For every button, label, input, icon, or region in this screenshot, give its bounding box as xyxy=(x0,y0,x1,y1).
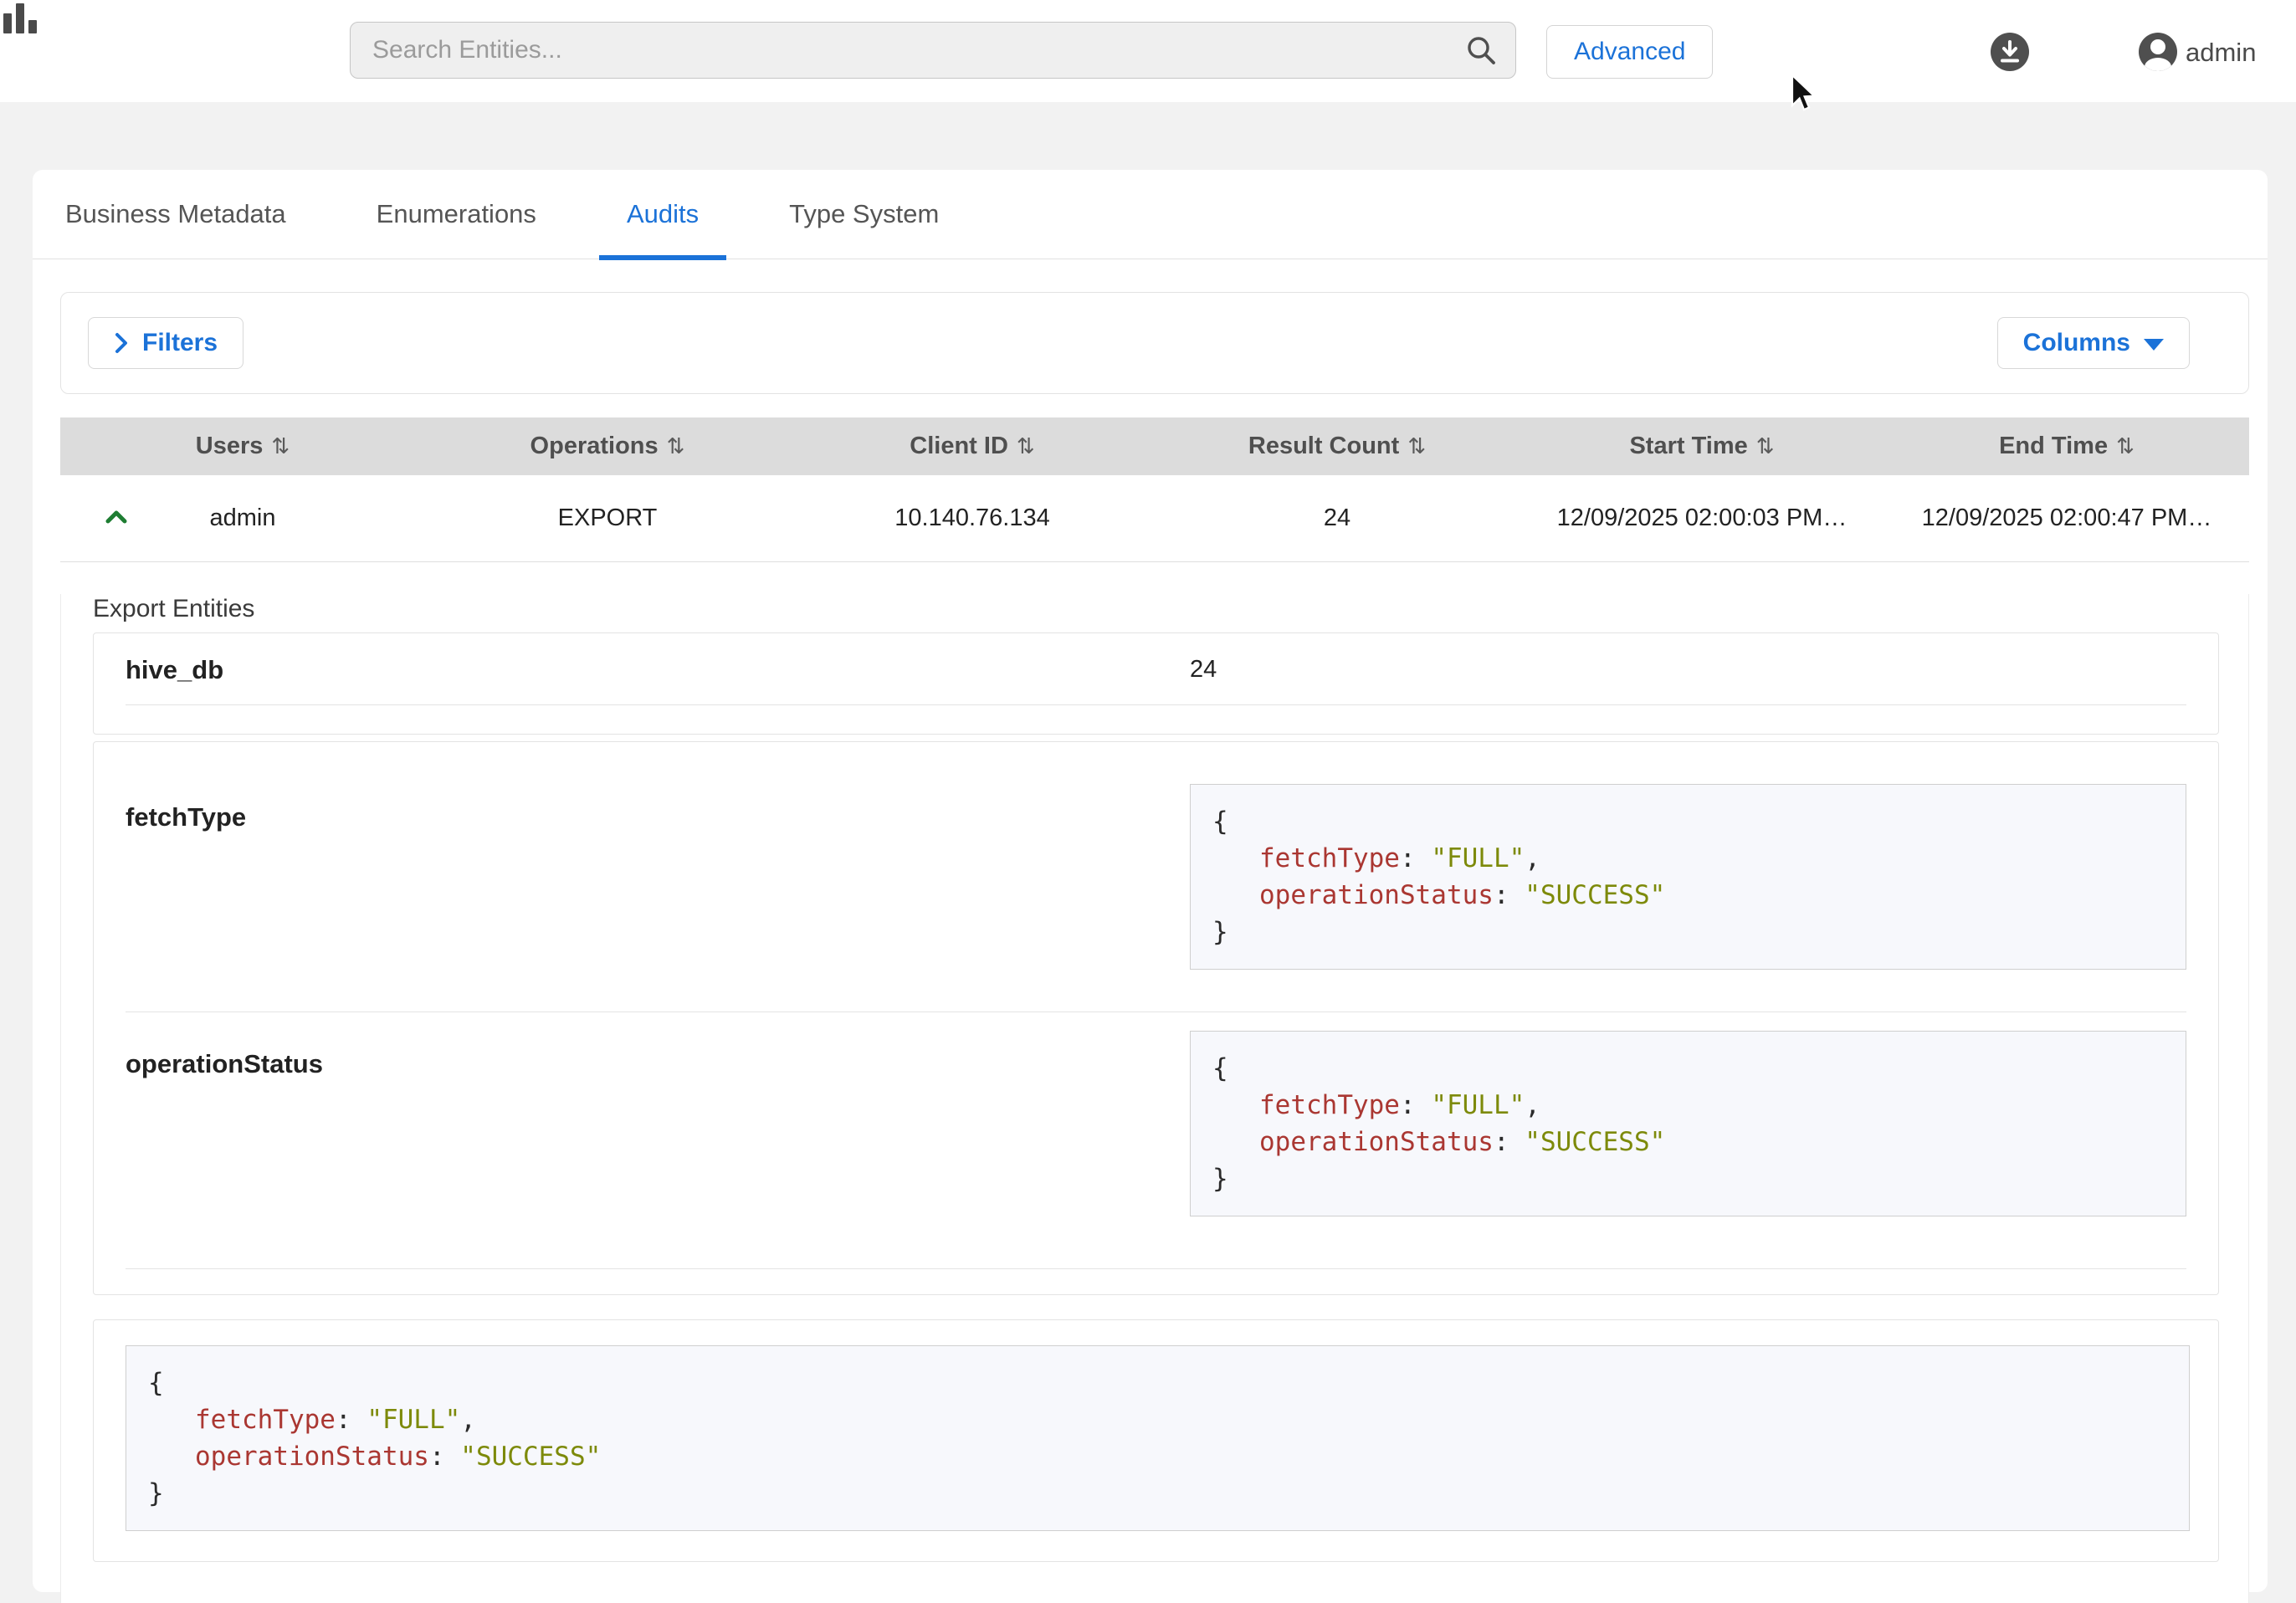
export-params-box: fetchType { fetchType: "FULL", operation… xyxy=(93,741,2219,1295)
tab-business-metadata[interactable]: Business Metadata xyxy=(38,170,314,259)
cell-client-id: 10.140.76.134 xyxy=(790,504,1155,532)
json-value: "SUCCESS" xyxy=(1525,880,1665,910)
bar-right xyxy=(28,20,37,33)
json-colon: : xyxy=(336,1405,366,1435)
brace: { xyxy=(148,1368,164,1398)
json-key: fetchType xyxy=(195,1405,336,1435)
cell-end-time: 12/09/2025 02:00:47 PM… xyxy=(1884,504,2249,532)
operationstatus-json-block: { fetchType: "FULL", operationStatus: "S… xyxy=(1190,1031,2186,1216)
fetchtype-section: fetchType { fetchType: "FULL", operation… xyxy=(126,742,2186,970)
entity-type-label: hive_db xyxy=(126,655,1190,685)
entity-count-value: 24 xyxy=(1190,656,1217,684)
statistics-bar-chart-icon[interactable] xyxy=(0,0,38,33)
user-avatar-icon[interactable] xyxy=(2139,33,2177,71)
header-label: Users xyxy=(196,433,264,459)
sort-icon[interactable]: ⇅ xyxy=(271,433,290,458)
top-bar: Advanced admin xyxy=(0,0,2296,102)
operationstatus-section: operationStatus { fetchType: "FULL", ope… xyxy=(126,1012,2186,1216)
json-key: operationStatus xyxy=(1259,880,1494,910)
column-header-operations[interactable]: Operations ⇅ xyxy=(425,433,790,460)
brace: } xyxy=(1212,1164,1228,1194)
json-key: operationStatus xyxy=(1259,1127,1494,1157)
advanced-search-button[interactable]: Advanced xyxy=(1546,25,1713,79)
column-header-end-time[interactable]: End Time ⇅ xyxy=(1884,433,2249,460)
tab-audits[interactable]: Audits xyxy=(599,170,726,259)
audit-detail-panel: Export Entities hive_db 24 fetchType { f… xyxy=(60,594,2249,1603)
json-colon: : xyxy=(429,1442,460,1472)
json-colon: : xyxy=(1494,1127,1525,1157)
cell-operations: EXPORT xyxy=(425,504,790,532)
brace: { xyxy=(1212,807,1228,837)
fetchtype-json-block: { fetchType: "FULL", operationStatus: "S… xyxy=(1190,784,2186,970)
collapse-chevron-up-icon[interactable] xyxy=(104,509,129,525)
cell-start-time: 12/09/2025 02:00:03 PM… xyxy=(1520,504,1884,532)
header-label: Operations xyxy=(530,433,659,459)
json-value: "SUCCESS" xyxy=(1525,1127,1665,1157)
download-icon[interactable] xyxy=(1991,33,2029,71)
mouse-cursor-icon xyxy=(1791,74,1821,114)
column-header-client-id[interactable]: Client ID ⇅ xyxy=(790,433,1155,460)
bar-left xyxy=(3,13,12,33)
sort-icon[interactable]: ⇅ xyxy=(667,433,685,458)
entity-count-row: hive_db 24 xyxy=(126,658,2186,705)
tab-enumerations[interactable]: Enumerations xyxy=(349,170,564,259)
filters-button-label: Filters xyxy=(142,329,218,357)
avatar-shoulders xyxy=(2145,58,2171,71)
export-result-box: { fetchType: "FULL", operationStatus: "S… xyxy=(93,1319,2219,1562)
json-value: "FULL" xyxy=(366,1405,460,1435)
audit-table-row[interactable]: admin EXPORT 10.140.76.134 24 12/09/2025… xyxy=(60,475,2249,562)
sort-icon[interactable]: ⇅ xyxy=(1756,433,1775,458)
header-label: Start Time xyxy=(1629,433,1747,459)
username-label[interactable]: admin xyxy=(2186,38,2256,68)
json-comma: , xyxy=(1525,1090,1540,1120)
header-label: Client ID xyxy=(910,433,1008,459)
section-divider xyxy=(126,1268,2186,1269)
column-header-users[interactable]: Users ⇅ xyxy=(60,433,425,460)
column-header-start-time[interactable]: Start Time ⇅ xyxy=(1520,433,1884,460)
brace: } xyxy=(1212,917,1228,947)
avatar-head xyxy=(2150,39,2165,54)
json-key: fetchType xyxy=(1259,1090,1400,1120)
admin-content-card: Business Metadata Enumerations Audits Ty… xyxy=(33,170,2268,1592)
operationstatus-label: operationStatus xyxy=(126,1031,1190,1216)
result-json-block: { fetchType: "FULL", operationStatus: "S… xyxy=(126,1345,2190,1531)
fetchtype-label: fetchType xyxy=(126,784,1190,970)
columns-button-label: Columns xyxy=(2023,329,2130,357)
export-entities-title: Export Entities xyxy=(93,594,2219,624)
chevron-right-icon xyxy=(114,330,129,356)
json-comma: , xyxy=(460,1405,476,1435)
sort-icon[interactable]: ⇅ xyxy=(1017,433,1035,458)
header-label: End Time xyxy=(1999,433,2108,459)
tab-type-system[interactable]: Type System xyxy=(761,170,966,259)
tab-bar: Business Metadata Enumerations Audits Ty… xyxy=(33,170,2268,259)
json-colon: : xyxy=(1494,880,1525,910)
sort-icon[interactable]: ⇅ xyxy=(1407,433,1426,458)
search-input[interactable] xyxy=(350,22,1516,79)
app-screen: Advanced admin Business Metadata Enumera… xyxy=(0,0,2296,1603)
table-toolbar: Filters Columns xyxy=(60,292,2249,394)
cell-result-count: 24 xyxy=(1155,504,1520,532)
column-header-result-count[interactable]: Result Count ⇅ xyxy=(1155,433,1520,460)
brace: { xyxy=(1212,1053,1228,1083)
bar-middle xyxy=(16,3,24,33)
json-value: "FULL" xyxy=(1431,1090,1525,1120)
filters-button[interactable]: Filters xyxy=(88,317,243,369)
sort-icon[interactable]: ⇅ xyxy=(2116,433,2135,458)
json-key: operationStatus xyxy=(195,1442,429,1472)
json-key: fetchType xyxy=(1259,843,1400,873)
caret-down-icon xyxy=(2144,339,2164,351)
json-value: "SUCCESS" xyxy=(460,1442,601,1472)
header-label: Result Count xyxy=(1248,433,1399,459)
audit-table-header: Users ⇅ Operations ⇅ Client ID ⇅ Result Cou… xyxy=(60,417,2249,475)
brace: } xyxy=(148,1478,164,1508)
json-value: "FULL" xyxy=(1431,843,1525,873)
entity-count-box: hive_db 24 xyxy=(93,632,2219,735)
search-icon[interactable] xyxy=(1464,33,1498,67)
json-colon: : xyxy=(1400,1090,1431,1120)
json-colon: : xyxy=(1400,843,1431,873)
columns-dropdown-button[interactable]: Columns xyxy=(1997,317,2190,369)
search-wrap xyxy=(350,22,1516,79)
json-comma: , xyxy=(1525,843,1540,873)
